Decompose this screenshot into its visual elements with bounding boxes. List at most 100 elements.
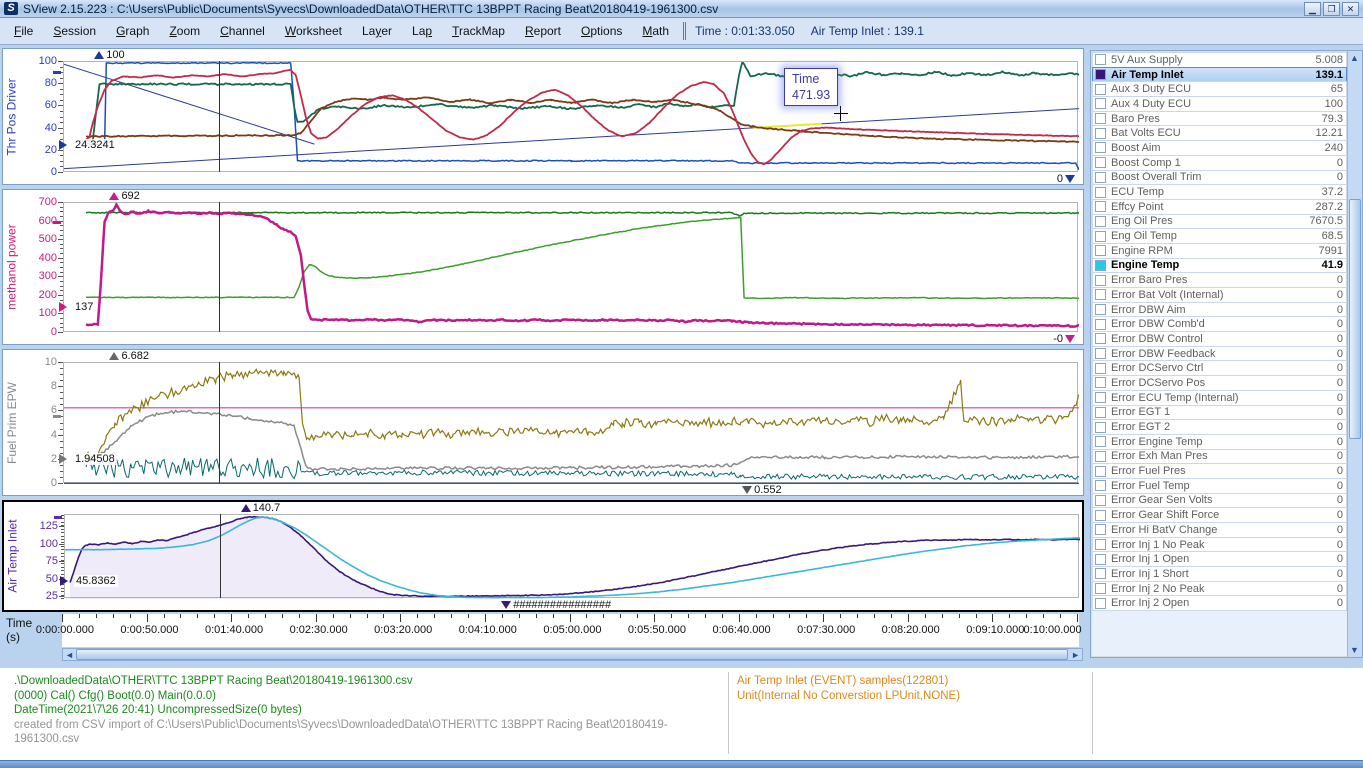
channel-checkbox[interactable]: [1095, 216, 1106, 227]
channel-row[interactable]: Error Fuel Temp0: [1092, 478, 1347, 494]
restore-button[interactable]: ❐: [1323, 2, 1340, 16]
channel-checkbox[interactable]: [1095, 392, 1106, 403]
channel-checkbox[interactable]: [1095, 495, 1106, 506]
channel-checkbox[interactable]: [1095, 54, 1106, 65]
channel-checkbox[interactable]: [1095, 568, 1106, 579]
channel-row[interactable]: Baro Pres79.3: [1092, 111, 1347, 127]
channel-checkbox[interactable]: [1095, 231, 1106, 242]
channel-scrollbar[interactable]: ▲ ▼: [1347, 51, 1362, 657]
channel-row[interactable]: Error Gear Shift Force0: [1092, 507, 1347, 523]
menu-layer[interactable]: Layer: [352, 21, 402, 41]
channel-row[interactable]: Effcy Point287.2: [1092, 199, 1347, 215]
channel-checkbox[interactable]: [1095, 319, 1106, 330]
menu-worksheet[interactable]: Worksheet: [275, 21, 352, 41]
channel-row[interactable]: Air Temp Inlet139.1: [1092, 67, 1347, 83]
time-cursor-line[interactable]: [220, 514, 221, 598]
channel-row[interactable]: Engine RPM7991: [1092, 243, 1347, 259]
channel-checkbox[interactable]: [1095, 98, 1106, 109]
channel-checkbox[interactable]: [1095, 128, 1106, 139]
channel-checkbox[interactable]: [1095, 422, 1106, 433]
menu-math[interactable]: Math: [632, 21, 679, 41]
menu-options[interactable]: Options: [571, 21, 632, 41]
channel-row[interactable]: Error Bat Volt (Internal)0: [1092, 287, 1347, 303]
channel-checkbox[interactable]: [1095, 451, 1106, 462]
channel-scroll-thumb[interactable]: [1349, 199, 1361, 439]
channel-checkbox[interactable]: [1095, 275, 1106, 286]
channel-checkbox[interactable]: [1095, 245, 1106, 256]
channel-row[interactable]: Boost Comp 10: [1092, 155, 1347, 171]
channel-checkbox[interactable]: [1095, 187, 1106, 198]
menu-session[interactable]: Session: [43, 21, 106, 41]
channel-checkbox[interactable]: [1095, 480, 1106, 491]
channel-checkbox[interactable]: [1095, 554, 1106, 565]
channel-row[interactable]: Error Inj 2 Open0: [1092, 595, 1347, 611]
channel-checkbox[interactable]: [1095, 84, 1106, 95]
graph-panel-3[interactable]: Fuel Prim EPW02468106.6820.5521.94508: [2, 349, 1084, 496]
channel-checkbox[interactable]: [1095, 142, 1106, 153]
channel-row[interactable]: Eng Oil Pres7670.5: [1092, 214, 1347, 230]
graph-panel-4[interactable]: Air Temp Inlet255075100125140.7#########…: [2, 500, 1084, 612]
channel-row[interactable]: Aux 3 Duty ECU65: [1092, 81, 1347, 97]
graph-panel-1[interactable]: Thr Pos Driver020406080100100024.3241: [2, 48, 1084, 185]
channel-row[interactable]: Error Fuel Pres0: [1092, 463, 1347, 479]
channel-row[interactable]: Engine Temp41.9: [1092, 258, 1347, 274]
plot-area[interactable]: [63, 61, 1078, 172]
menu-lap[interactable]: Lap: [402, 21, 442, 41]
channel-row[interactable]: Error DCServo Pos0: [1092, 375, 1347, 391]
menu-trackmap[interactable]: TrackMap: [442, 21, 515, 41]
time-cursor-line[interactable]: [219, 61, 220, 172]
channel-checkbox[interactable]: [1095, 377, 1106, 388]
channel-row[interactable]: Boost Aim240: [1092, 140, 1347, 156]
channel-row[interactable]: Error ECU Temp (Internal)0: [1092, 390, 1347, 406]
plot-area[interactable]: [64, 514, 1079, 598]
channel-row[interactable]: Error DBW Comb'd0: [1092, 316, 1347, 332]
channel-checkbox[interactable]: [1095, 172, 1106, 183]
channel-row[interactable]: Error Inj 1 Short0: [1092, 566, 1347, 582]
horizontal-scroll-thumb[interactable]: [76, 649, 1068, 660]
channel-color-swatch[interactable]: [1095, 260, 1106, 271]
menu-channel[interactable]: Channel: [210, 21, 275, 41]
channel-checkbox[interactable]: [1095, 363, 1106, 374]
channel-row[interactable]: Error Inj 2 No Peak0: [1092, 581, 1347, 597]
channel-row[interactable]: Error DBW Control0: [1092, 331, 1347, 347]
menu-graph[interactable]: Graph: [106, 21, 159, 41]
channel-checkbox[interactable]: [1095, 348, 1106, 359]
close-button[interactable]: ✕: [1342, 2, 1359, 16]
channel-checkbox[interactable]: [1095, 157, 1106, 168]
channel-checkbox[interactable]: [1095, 510, 1106, 521]
channel-row[interactable]: 5V Aux Supply5.008: [1092, 52, 1347, 68]
channel-checkbox[interactable]: [1095, 598, 1106, 609]
channel-row[interactable]: Error Inj 1 Open0: [1092, 551, 1347, 567]
channel-checkbox[interactable]: [1095, 539, 1106, 550]
plot-area[interactable]: [63, 362, 1078, 483]
channel-row[interactable]: Error Engine Temp0: [1092, 434, 1347, 450]
channel-row[interactable]: Boost Overall Trim0: [1092, 170, 1347, 186]
scroll-up-arrow-icon[interactable]: ▲: [1350, 53, 1359, 63]
channel-color-swatch[interactable]: [1095, 69, 1106, 80]
channel-row[interactable]: Error DCServo Ctrl0: [1092, 360, 1347, 376]
channel-checkbox[interactable]: [1095, 466, 1106, 477]
channel-row[interactable]: Eng Oil Temp68.5: [1092, 228, 1347, 244]
channel-checkbox[interactable]: [1095, 436, 1106, 447]
minimize-button[interactable]: ▁: [1304, 2, 1321, 16]
channel-row[interactable]: Error EGT 20: [1092, 419, 1347, 435]
menu-report[interactable]: Report: [515, 21, 571, 41]
channel-row[interactable]: Error Hi BatV Change0: [1092, 522, 1347, 538]
channel-checkbox[interactable]: [1095, 113, 1106, 124]
channel-row[interactable]: Bat Volts ECU12.21: [1092, 125, 1347, 141]
channel-row[interactable]: Error DBW Feedback0: [1092, 346, 1347, 362]
channel-checkbox[interactable]: [1095, 289, 1106, 300]
channel-checkbox[interactable]: [1095, 407, 1106, 418]
graph-panel-2[interactable]: methanol power0100200300400500600700692-…: [2, 189, 1084, 345]
channel-row[interactable]: Error Baro Pres0: [1092, 272, 1347, 288]
channel-row[interactable]: Error Exh Man Pres0: [1092, 449, 1347, 465]
channel-row[interactable]: Aux 4 Duty ECU100: [1092, 96, 1347, 112]
channel-row[interactable]: ECU Temp37.2: [1092, 184, 1347, 200]
scroll-down-arrow-icon[interactable]: ▼: [1350, 645, 1359, 655]
scroll-left-arrow-icon[interactable]: ◄: [65, 650, 74, 660]
channel-checkbox[interactable]: [1095, 304, 1106, 315]
channel-checkbox[interactable]: [1095, 333, 1106, 344]
menu-zoom[interactable]: Zoom: [159, 21, 210, 41]
scroll-right-arrow-icon[interactable]: ►: [1071, 650, 1080, 660]
channel-checkbox[interactable]: [1095, 524, 1106, 535]
